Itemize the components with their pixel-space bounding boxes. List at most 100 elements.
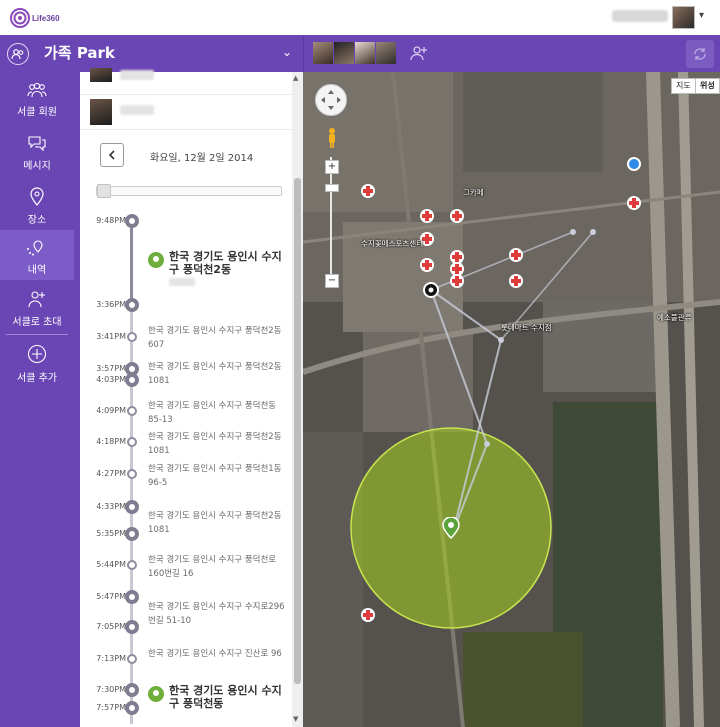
timeline-node[interactable] xyxy=(127,406,137,416)
entry-time: 4:27PM xyxy=(96,469,126,478)
entry-address: 한국 경기도 용인시 수지구 풍덕천2동 xyxy=(169,250,282,276)
nav-invite[interactable]: 서클로 초대 xyxy=(0,290,74,336)
map-type-map-button[interactable]: 지도 xyxy=(671,78,696,94)
avatar[interactable] xyxy=(313,42,333,64)
nav-label: 장소 xyxy=(27,215,47,226)
hospital-marker-icon[interactable] xyxy=(361,608,375,622)
avatar[interactable] xyxy=(376,42,396,64)
hospital-marker-icon[interactable] xyxy=(420,209,434,223)
location-pin-icon[interactable] xyxy=(442,516,460,540)
refresh-button[interactable] xyxy=(686,40,714,68)
life360-logo-icon[interactable] xyxy=(10,8,30,28)
time-slider[interactable] xyxy=(96,184,282,198)
avatar[interactable] xyxy=(355,42,375,64)
nav-label: 서클 추가 xyxy=(17,373,57,384)
map-imagery xyxy=(303,72,720,727)
add-person-icon[interactable] xyxy=(410,45,428,61)
timeline-node[interactable] xyxy=(125,298,139,312)
nav-places[interactable]: 장소 xyxy=(0,186,74,232)
hospital-marker-icon[interactable] xyxy=(361,184,375,198)
nav-label: 메시지 xyxy=(23,161,51,172)
hospital-marker-icon[interactable] xyxy=(509,248,523,262)
member-name xyxy=(120,70,154,80)
entry-time: 7:30PM xyxy=(96,685,126,694)
entry-address: 한국 경기도 용인시 수지구 풍덕천2동 607 xyxy=(148,326,282,350)
avatar xyxy=(90,68,112,82)
entry-time-end: 5:35PM xyxy=(96,529,126,538)
timeline-node[interactable] xyxy=(125,701,139,715)
timeline-node[interactable] xyxy=(125,527,139,541)
entry-time: 7:13PM xyxy=(96,654,126,663)
chevron-left-icon xyxy=(108,150,115,160)
timeline-node[interactable] xyxy=(125,373,139,387)
entry-address: 한국 경기도 용인시 수지구 풍덕천로160번길 16 xyxy=(148,555,277,579)
zoom-handle[interactable] xyxy=(325,184,339,192)
scroll-down-icon[interactable]: ▼ xyxy=(293,715,298,723)
timeline-node[interactable] xyxy=(125,590,139,604)
nav-label: 내역 xyxy=(27,265,47,276)
chat-icon xyxy=(28,136,46,152)
entry-time-end: 7:05PM xyxy=(96,622,126,631)
hospital-marker-icon[interactable] xyxy=(450,274,464,288)
previous-day-button[interactable] xyxy=(100,143,124,167)
timeline-node[interactable] xyxy=(125,500,139,514)
place-pin-icon xyxy=(30,187,44,206)
member-row[interactable] xyxy=(80,56,292,90)
entry-time: 3:41PM xyxy=(96,332,126,341)
hospital-marker-icon[interactable] xyxy=(420,258,434,272)
slider-handle[interactable] xyxy=(97,184,111,198)
entry-time: 4:09PM xyxy=(96,406,126,415)
history-scrollbar[interactable]: ▲ ▼ xyxy=(292,72,303,727)
nav-circle-members[interactable]: 서클 회원 xyxy=(0,82,74,128)
sidebar-divider xyxy=(6,334,68,335)
member-row[interactable] xyxy=(80,94,292,130)
nav-history[interactable]: 내역 xyxy=(0,230,74,280)
hospital-marker-icon[interactable] xyxy=(450,209,464,223)
nav-add-circle[interactable]: 서클 추가 xyxy=(0,344,74,390)
timeline-date: 화요일, 12월 2일 2014 xyxy=(150,153,254,164)
hospital-marker-icon[interactable] xyxy=(627,196,641,210)
circle-members-icon[interactable] xyxy=(7,43,29,65)
map-type-satellite-button[interactable]: 위성 xyxy=(695,78,720,94)
member-avatars xyxy=(313,42,396,64)
user-avatar[interactable] xyxy=(672,6,695,29)
timeline-node[interactable] xyxy=(127,469,137,479)
blurred-text xyxy=(169,278,195,286)
timeline-node[interactable] xyxy=(127,654,137,664)
map-label: 그카페 xyxy=(463,188,484,197)
zoom-out-button[interactable]: − xyxy=(325,274,339,288)
entry-time-end: 4:03PM xyxy=(96,375,126,384)
entry-time: 5:44PM xyxy=(96,560,126,569)
street-view-pegman-icon[interactable] xyxy=(327,127,337,149)
people-icon xyxy=(27,82,47,98)
map-pan-control[interactable] xyxy=(315,84,347,116)
place-pin-icon xyxy=(148,686,164,702)
scroll-thumb[interactable] xyxy=(294,178,301,684)
entry-time: 5:47PM xyxy=(96,592,126,601)
map-label: 수지꽃메스포츠센터 xyxy=(361,239,424,248)
history-list: 화요일, 12월 2일 2014 9:48PM 한국 경기도 용인시 수지구 풍… xyxy=(80,68,292,727)
chevron-down-icon[interactable]: ▾ xyxy=(699,10,704,21)
zoom-slider-track[interactable] xyxy=(330,157,332,282)
entry-address: 한국 경기도 용인시 수지구 풍덕천동 xyxy=(169,684,282,710)
scroll-up-icon[interactable]: ▲ xyxy=(293,74,298,82)
timeline-node[interactable] xyxy=(125,620,139,634)
zoom-in-button[interactable]: + xyxy=(325,160,339,174)
timeline-node[interactable] xyxy=(127,332,137,342)
history-icon xyxy=(27,240,43,256)
pan-arrows-icon xyxy=(321,90,341,110)
timeline-node[interactable] xyxy=(127,560,137,570)
top-bar: Life360 ▾ xyxy=(0,0,720,36)
logo-text: Life360 xyxy=(32,14,60,23)
timeline-node[interactable] xyxy=(125,214,139,228)
timeline-node[interactable] xyxy=(125,683,139,697)
avatar xyxy=(90,99,112,125)
satellite-map[interactable]: 수지꽃메스포츠센터 그카페 롯데마트 수지점 예소풀관류 + − 지도 위성 xyxy=(303,72,720,727)
sidebar-nav: 서클 회원 메시지 장소 내역 서클로 초대 서클 추가 xyxy=(0,72,74,727)
place-pin-icon xyxy=(148,252,164,268)
nav-messages[interactable]: 메시지 xyxy=(0,134,74,180)
entry-time: 9:48PM xyxy=(96,216,126,225)
avatar[interactable] xyxy=(334,42,354,64)
timeline-node[interactable] xyxy=(127,437,137,447)
hospital-marker-icon[interactable] xyxy=(509,274,523,288)
